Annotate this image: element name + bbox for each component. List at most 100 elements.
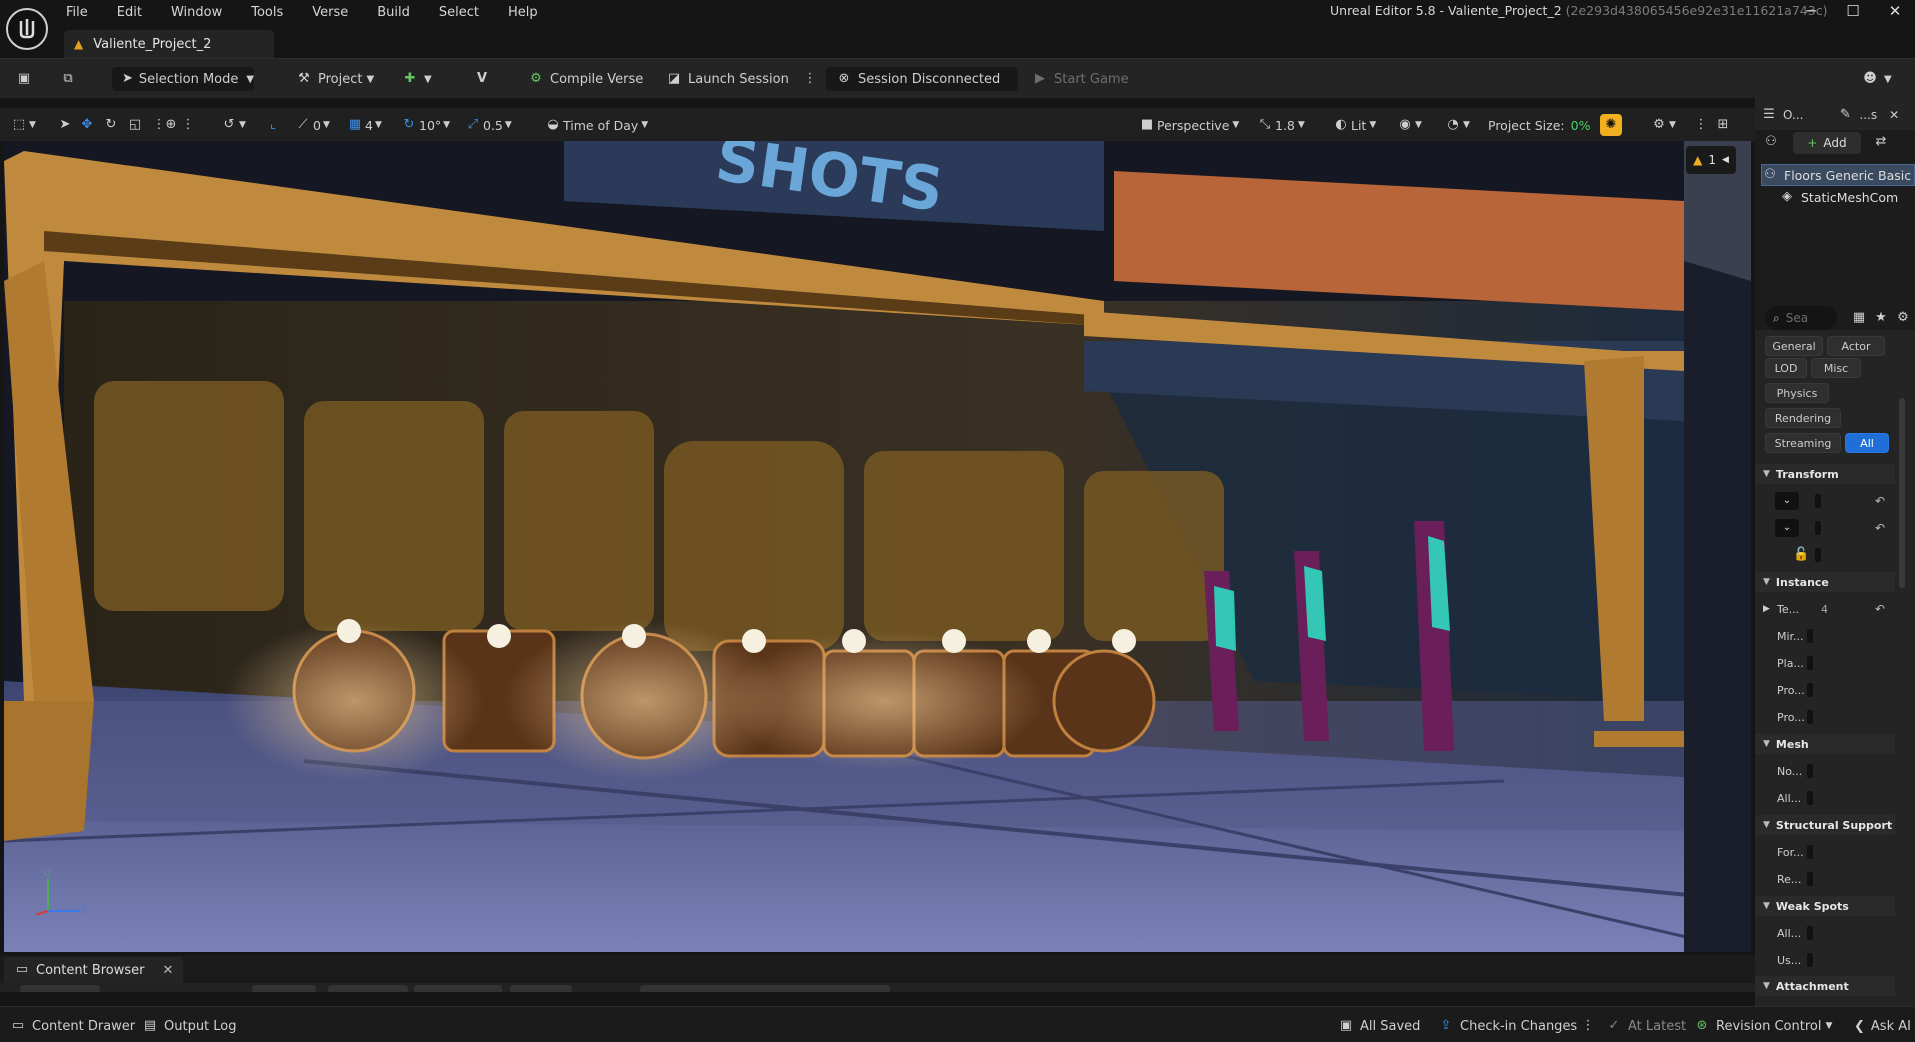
menu-help[interactable]: Help [508,5,538,20]
minimize-icon[interactable]: ─ [1790,2,1832,20]
menu-build[interactable]: Build [377,5,410,20]
users-icon[interactable]: ☻ ▼ [1862,67,1891,91]
details-scrollbar[interactable] [1899,398,1905,588]
close-icon[interactable]: ✕ [1874,2,1915,20]
add-component-button[interactable]: + Add [1793,132,1861,154]
show-button[interactable]: ◉ ▼ [1398,114,1422,136]
lock-icon[interactable]: 🔓 [1793,547,1809,563]
prop-value[interactable] [1807,710,1813,724]
viewport-settings-icon[interactable]: ⚙ ▼ [1652,114,1676,136]
perspective-button[interactable]: ■ Perspective ▼ [1140,114,1239,136]
save-icon[interactable]: ▣ [16,67,38,91]
transform-value[interactable] [1815,521,1821,535]
reset-icon[interactable]: ↶ [1875,521,1885,535]
viewport-warning-badge[interactable]: ▲ 1 ◀ [1686,146,1736,174]
section-attachment[interactable]: ▼ Attachment [1755,976,1895,996]
time-of-day-button[interactable]: ◒ Time of Day ▼ [546,114,648,136]
category-rendering[interactable]: Rendering [1765,408,1841,428]
category-physics[interactable]: Physics [1765,383,1829,403]
project-button[interactable]: ⚒ Project ▼ [296,67,374,91]
select-tool-icon[interactable]: ⬚ ▼ [12,114,36,136]
category-streaming[interactable]: Streaming [1765,433,1841,453]
menu-tools[interactable]: Tools [251,5,283,20]
rotate-snap[interactable]: ⟋ 0 ▼ [296,114,329,136]
check-in-button[interactable]: ⇪ Check-in Changes [1438,1016,1578,1036]
at-latest-button[interactable]: ✓ At Latest [1606,1016,1687,1036]
details-search-input[interactable]: ⌕ Sea [1765,306,1837,330]
prop-value[interactable] [1807,764,1813,778]
maximize-icon[interactable]: ☐ [1832,2,1874,20]
settings-icon[interactable]: ⚙ [1895,310,1911,326]
verse-icon[interactable]: V [474,67,496,91]
session-status-button[interactable]: ⊗ Session Disconnected [826,67,1018,91]
close-icon[interactable]: ✕ [1889,108,1899,122]
add-button[interactable] [252,985,316,992]
outliner-item-floors[interactable]: ⚇ Floors Generic Basic [1761,164,1915,186]
reset-icon[interactable]: ↶ [1875,494,1885,508]
content-drawer-button[interactable]: ▭ Content Drawer [10,1016,135,1036]
output-log-button[interactable]: ▤ Output Log [142,1016,237,1036]
favorites-button[interactable] [20,985,100,992]
camera-speed-button[interactable]: ⤡ 1.8 ▼ [1258,114,1305,136]
compile-verse-button[interactable]: ⚙ Compile Verse [528,67,643,91]
prop-value[interactable] [1807,791,1813,805]
menu-window[interactable]: Window [171,5,222,20]
menu-edit[interactable]: Edit [117,5,142,20]
fab-button[interactable] [510,985,572,992]
prop-value[interactable] [1807,872,1813,886]
menu-verse[interactable]: Verse [312,5,348,20]
prop-value[interactable] [1807,926,1813,940]
transform-dropdown[interactable]: ⌄ [1775,492,1799,510]
rotate-icon[interactable]: ↻ [104,114,121,136]
surface-snap-icon[interactable]: ⌞ [266,114,283,136]
save-all-button[interactable] [414,985,502,992]
start-game-button[interactable]: ▶ Start Game [1032,67,1129,91]
performance-button[interactable]: ◔ ▼ [1446,114,1470,136]
angle-snap[interactable]: ↻ 10° ▼ [402,114,451,136]
transform-value[interactable] [1815,548,1821,562]
coord-icon[interactable]: ↺ ▼ [222,114,246,136]
pointer-icon[interactable]: ➤ [58,114,75,136]
expand-icon[interactable]: ▶ [1763,604,1770,614]
blueprint-icon[interactable]: ⇄ [1873,134,1895,150]
section-mesh[interactable]: ▼ Mesh [1755,734,1895,754]
prop-value[interactable] [1807,683,1813,697]
actor-icon[interactable]: ⚇ [1763,134,1785,150]
lit-button[interactable]: ◐ Lit ▼ [1334,114,1376,136]
prop-value[interactable] [1807,845,1813,859]
selection-mode-button[interactable]: ➤ Selection Mode ▼ [112,67,254,91]
scale-icon[interactable]: ◱ [128,114,145,136]
unreal-logo-icon[interactable] [6,8,48,50]
status-more-icon[interactable]: ⋮ [1580,1016,1602,1036]
path-breadcrumb[interactable] [640,985,890,992]
project-tab[interactable]: ▲ Valiente_Project_2 [64,30,274,58]
viewport-more-icon[interactable]: ⋮ [1694,114,1711,136]
all-saved-button[interactable]: ▣ All Saved [1338,1016,1421,1036]
tab-outliner[interactable]: O... [1783,108,1803,122]
close-icon[interactable]: ✕ [163,963,174,978]
reset-icon[interactable]: ↶ [1875,602,1885,616]
add-content-button[interactable]: ✚ ▼ [402,67,432,91]
category-all[interactable]: All [1845,433,1889,453]
realtime-icon[interactable]: ✺ [1600,114,1622,136]
browse-icon[interactable]: ⧉ [60,67,82,91]
section-instance[interactable]: ▼ Instance [1755,572,1895,592]
transform-value[interactable] [1815,494,1821,508]
prop-value[interactable] [1807,953,1813,967]
outliner-item-static-mesh[interactable]: ◈ StaticMeshCom [1779,186,1915,208]
category-general[interactable]: General [1765,336,1823,356]
tab-details[interactable]: ...s [1859,108,1877,122]
prop-value[interactable] [1807,656,1813,670]
menu-file[interactable]: File [66,5,88,20]
scale-snap[interactable]: ⤢ 0.5 ▼ [466,114,512,136]
layout-icon[interactable]: ⊞ [1716,114,1733,136]
menu-select[interactable]: Select [439,5,479,20]
category-lod[interactable]: LOD [1765,358,1807,378]
world-icon[interactable]: ⊕ ⋮ [164,114,198,136]
star-icon[interactable]: ★ [1873,310,1889,326]
section-transform[interactable]: ▼ Transform [1755,464,1895,484]
prop-value[interactable] [1807,629,1813,643]
level-viewport[interactable]: SHOTS [4,141,1751,952]
launch-session-button[interactable]: ◪ Launch Session [666,67,789,91]
ask-ai-button[interactable]: ❮ Ask AI [1854,1016,1911,1036]
